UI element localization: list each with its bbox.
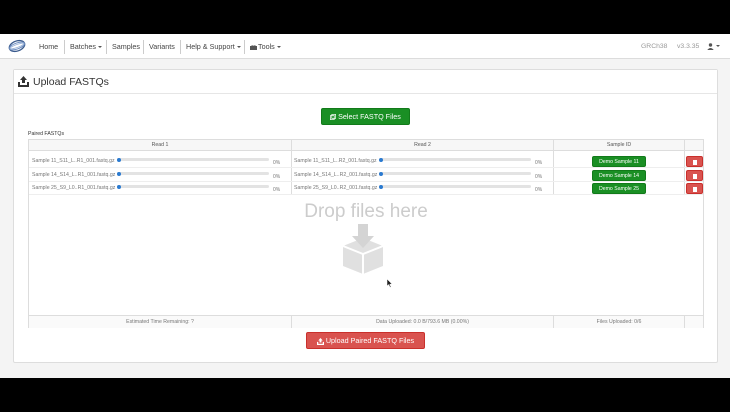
header-sample-id: Sample ID [554,140,684,151]
chevron-down-icon [276,46,281,49]
table-row: Sample 25_S9_L0..R1_001.fastq.gz 0% Samp… [29,181,703,195]
read1-filename: Sample 14_S14_L..R1_001.fastq.gz [32,172,116,178]
delete-row-button[interactable] [686,156,703,167]
upload-paired-fastq-button[interactable]: Upload Paired FASTQ Files [306,332,425,349]
progress-fill [379,157,383,162]
box-download-icon [342,224,384,274]
sample-id-button[interactable]: Demo Sample 14 [592,170,646,181]
progress-fill [379,171,383,176]
header-read1: Read 1 [29,140,291,151]
read1-filename: Sample 11_S11_L..R1_001.fastq.gz [32,158,115,164]
progress-fill [117,171,121,176]
chevron-down-icon [236,46,241,49]
progress-fill [117,184,121,189]
footer-actions [684,315,703,328]
upload-icon [316,337,324,345]
mouse-cursor-icon [387,279,393,288]
read2-progress-bar [379,184,531,189]
sample-id-button[interactable]: Demo Sample 11 [592,156,646,167]
logo-icon[interactable] [8,37,26,55]
trash-icon [692,187,697,192]
copy-icon [330,114,337,121]
drop-files-text: Drop files here [304,201,428,222]
upload-icon [18,76,29,87]
panel-header: Upload FASTQs [14,70,717,94]
upload-panel: Upload FASTQs Select FASTQ Files Paired … [13,69,718,363]
toolbox-icon [250,44,257,50]
upload-button-label: Upload Paired FASTQ Files [325,336,415,345]
read1-filename: Sample 25_S9_L0..R1_001.fastq.gz [32,185,116,191]
read2-filename: Sample 14_S14_L..R2_001.fastq.gz [294,172,378,178]
page-title: Upload FASTQs [33,76,109,88]
read2-filename: Sample 11_S11_L..R2_001.fastq.gz [294,158,377,164]
nav-samples[interactable]: Samples [107,34,145,59]
table-row: Sample 14_S14_L..R1_001.fastq.gz 0% Samp… [29,168,703,182]
read1-progress-bar [117,157,269,162]
navbar: Home Batches Samples Variants Help & Sup… [0,34,730,59]
read1-progress-bar [117,184,269,189]
user-icon [707,43,714,50]
read1-progress-bar [117,171,269,176]
time-remaining: Estimated Time Remaining: ? [29,315,291,328]
app-version: v3.3.35 [677,43,700,50]
nav-batches[interactable]: Batches [65,34,107,59]
nav-help-label: Help & Support [186,42,235,51]
sample-id-button[interactable]: Demo Sample 25 [592,183,646,194]
header-read2: Read 2 [292,140,553,151]
user-menu[interactable] [707,34,720,59]
read2-progress-bar [379,157,531,162]
header-actions [685,140,703,151]
read2-progress-bar [379,171,531,176]
select-fastq-button[interactable]: Select FASTQ Files [321,108,410,125]
files-uploaded: Files Uploaded: 0/6 [553,315,684,328]
nav-help-support[interactable]: Help & Support [181,34,246,59]
paired-fastqs-label: Paired FASTQs [28,131,65,137]
nav-variants[interactable]: Variants [144,34,180,59]
table-row: Sample 11_S11_L..R1_001.fastq.gz 0% Samp… [29,154,703,168]
trash-icon [692,174,697,179]
trash-icon [692,160,697,165]
genome-build: GRCh38 [641,43,668,50]
chevron-down-icon [716,45,720,48]
nav-home[interactable]: Home [34,34,63,59]
delete-row-button[interactable] [686,170,703,181]
app-viewport: Home Batches Samples Variants Help & Sup… [0,34,730,378]
select-fastq-label: Select FASTQ Files [338,112,401,121]
nav-batches-label: Batches [70,42,96,51]
delete-row-button[interactable] [686,183,703,194]
nav-tools-label: Tools [258,42,275,51]
read2-filename: Sample 25_S9_L0..R2_001.fastq.gz [294,185,378,191]
progress-fill [379,184,383,189]
data-uploaded: Data Uploaded: 0.0 B/793.6 MB (0.00%) [291,315,553,328]
progress-fill [117,157,121,162]
fastq-table: Read 1 Read 2 Sample ID Sample 11_S11_L.… [28,139,704,328]
chevron-down-icon [97,46,102,49]
nav-tools[interactable]: Tools [245,34,286,59]
drop-zone[interactable]: Drop files here [29,195,703,315]
